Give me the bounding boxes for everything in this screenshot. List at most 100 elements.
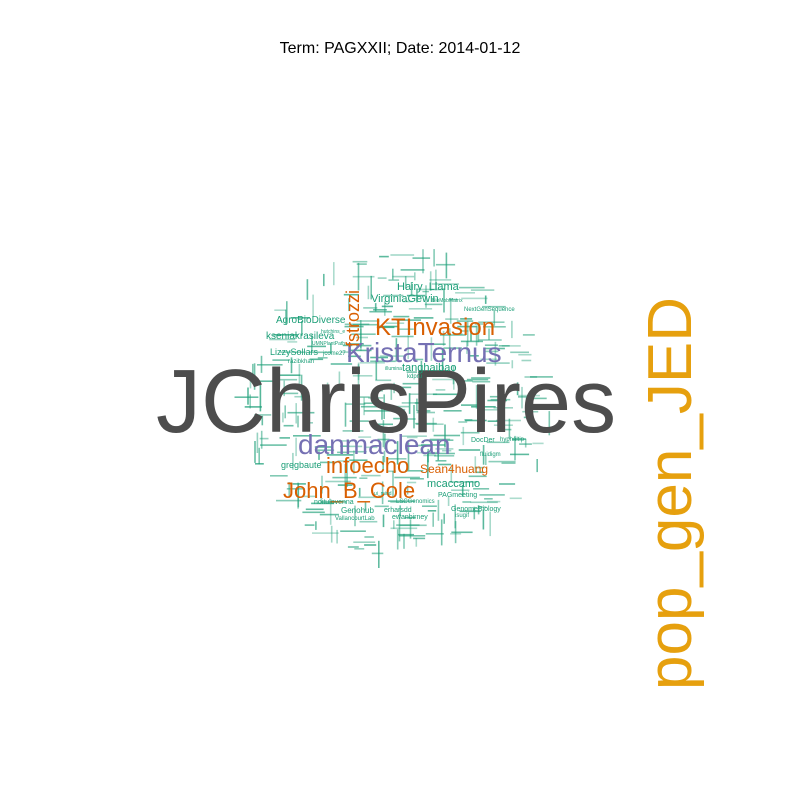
tiny-word-mark <box>306 279 309 300</box>
tiny-word-mark <box>510 453 530 456</box>
tiny-word-mark <box>433 249 435 267</box>
tiny-word-mark <box>479 494 505 496</box>
tiny-word-mark <box>354 548 365 550</box>
word-ktinvasion: KTInvasion <box>375 314 496 341</box>
word-genomebiology: GenomeBiology <box>451 506 501 513</box>
tiny-word-mark <box>501 345 521 347</box>
tiny-word-mark <box>511 320 513 339</box>
tiny-word-mark <box>364 544 377 546</box>
tiny-word-mark <box>522 334 535 336</box>
word-jcome27: jcome27 <box>323 351 346 357</box>
word-agrobiodiverse: AgroBioDiverse <box>276 315 346 326</box>
tiny-word-mark <box>353 541 376 543</box>
tiny-word-mark <box>470 501 498 504</box>
tiny-word-mark <box>484 295 487 304</box>
tiny-word-mark <box>489 511 491 537</box>
tiny-word-mark <box>403 533 405 549</box>
tiny-word-mark <box>392 268 394 280</box>
tiny-word-mark <box>333 262 335 286</box>
word-hutchins-e: hutchins_e <box>321 329 346 335</box>
word-erharsdd: erharsdd <box>384 507 412 514</box>
tiny-word-mark <box>390 527 418 530</box>
tiny-word-mark <box>501 462 516 464</box>
tiny-word-mark <box>392 275 415 278</box>
tiny-word-mark <box>461 297 488 300</box>
word-pagmeeting: PAGmeeting <box>438 492 478 499</box>
tiny-word-mark <box>381 305 393 308</box>
tiny-word-mark <box>425 533 444 535</box>
tiny-word-mark <box>422 505 437 507</box>
tiny-word-mark <box>352 260 368 263</box>
word-docder: DocDer <box>471 437 495 444</box>
word-cloud: JChrisPires pop_gen_JED KristaTernus dan… <box>0 0 800 800</box>
tiny-word-mark <box>422 249 424 274</box>
word-tanghaibao: tanghaibao <box>402 362 457 374</box>
tiny-word-mark <box>378 540 380 568</box>
tiny-word-mark <box>377 277 387 279</box>
word-isugif: isugif <box>455 513 470 519</box>
tiny-word-mark <box>312 532 339 534</box>
tiny-word-mark <box>499 483 516 485</box>
word-gregbaute: gregbaute <box>281 460 322 470</box>
word-ewanbirney: ewanbirney <box>392 514 428 521</box>
tiny-word-mark <box>312 294 314 317</box>
tiny-word-mark <box>356 263 367 265</box>
tiny-word-mark <box>443 513 445 524</box>
tiny-word-mark <box>413 537 426 540</box>
word-kdpru: kdpru <box>407 374 423 380</box>
tiny-word-mark <box>274 309 286 311</box>
tiny-word-mark <box>451 531 473 534</box>
tiny-word-mark <box>427 510 437 512</box>
word-lizzysollars: LizzySollars <box>270 347 319 357</box>
tiny-word-mark <box>304 524 315 526</box>
tiny-word-mark <box>414 272 416 281</box>
tiny-word-mark <box>487 500 501 503</box>
word-illumina: illumina <box>385 366 402 372</box>
tiny-word-mark <box>400 269 425 271</box>
word-infoecho: infoecho <box>326 453 410 478</box>
tiny-word-mark <box>450 533 462 535</box>
tiny-word-mark <box>408 308 433 310</box>
tiny-word-mark <box>440 519 443 546</box>
word-hyphaltip: hyphaltip <box>500 437 525 443</box>
tiny-word-mark <box>509 497 522 500</box>
tiny-word-mark <box>445 252 448 279</box>
tiny-word-mark <box>340 530 366 532</box>
word-pop-gen-jed: pop_gen_JED <box>636 297 705 690</box>
word-umnplantpath: UMNPlantPath <box>312 341 346 347</box>
word-noitulovenna: noitulovenna <box>314 499 354 506</box>
tiny-word-mark <box>488 460 516 463</box>
word-fluidigm: fluidigm <box>480 452 501 458</box>
tiny-word-mark <box>315 521 317 530</box>
tiny-word-mark <box>396 524 420 526</box>
tiny-word-mark <box>371 552 384 555</box>
tiny-word-mark <box>412 257 431 259</box>
word-sean4huang: Sean4huang <box>420 462 489 476</box>
word-ui-mind: ui_mind <box>374 491 392 497</box>
word-razibkhan: razibkhan <box>288 359 315 365</box>
tiny-word-mark <box>458 286 485 289</box>
tiny-word-mark <box>352 275 375 278</box>
tiny-word-mark <box>255 463 264 465</box>
word-virginiagewin: VirginiaGewin <box>371 293 439 305</box>
tiny-word-mark <box>305 508 324 511</box>
word-mcaccamo: mcaccamo <box>427 478 481 490</box>
tiny-word-mark <box>347 546 359 548</box>
tiny-word-mark <box>415 538 418 547</box>
word-hairy-llama: Hairy_Llama <box>397 281 459 293</box>
tiny-word-mark <box>330 525 333 543</box>
tiny-word-mark <box>399 535 426 537</box>
tiny-word-mark <box>454 521 457 544</box>
tiny-word-mark <box>390 254 415 256</box>
tiny-word-mark <box>369 310 392 313</box>
tiny-word-mark <box>435 263 456 266</box>
tiny-word-mark <box>470 289 495 291</box>
tiny-word-mark <box>437 499 440 521</box>
tiny-word-mark <box>270 475 288 477</box>
tiny-word-mark <box>393 520 395 529</box>
word-lscgenomics: LSCGenomics <box>396 499 435 505</box>
tiny-word-mark <box>336 529 338 544</box>
tiny-word-mark <box>432 512 434 527</box>
tiny-word-mark <box>373 309 387 311</box>
tiny-word-mark <box>398 533 414 536</box>
